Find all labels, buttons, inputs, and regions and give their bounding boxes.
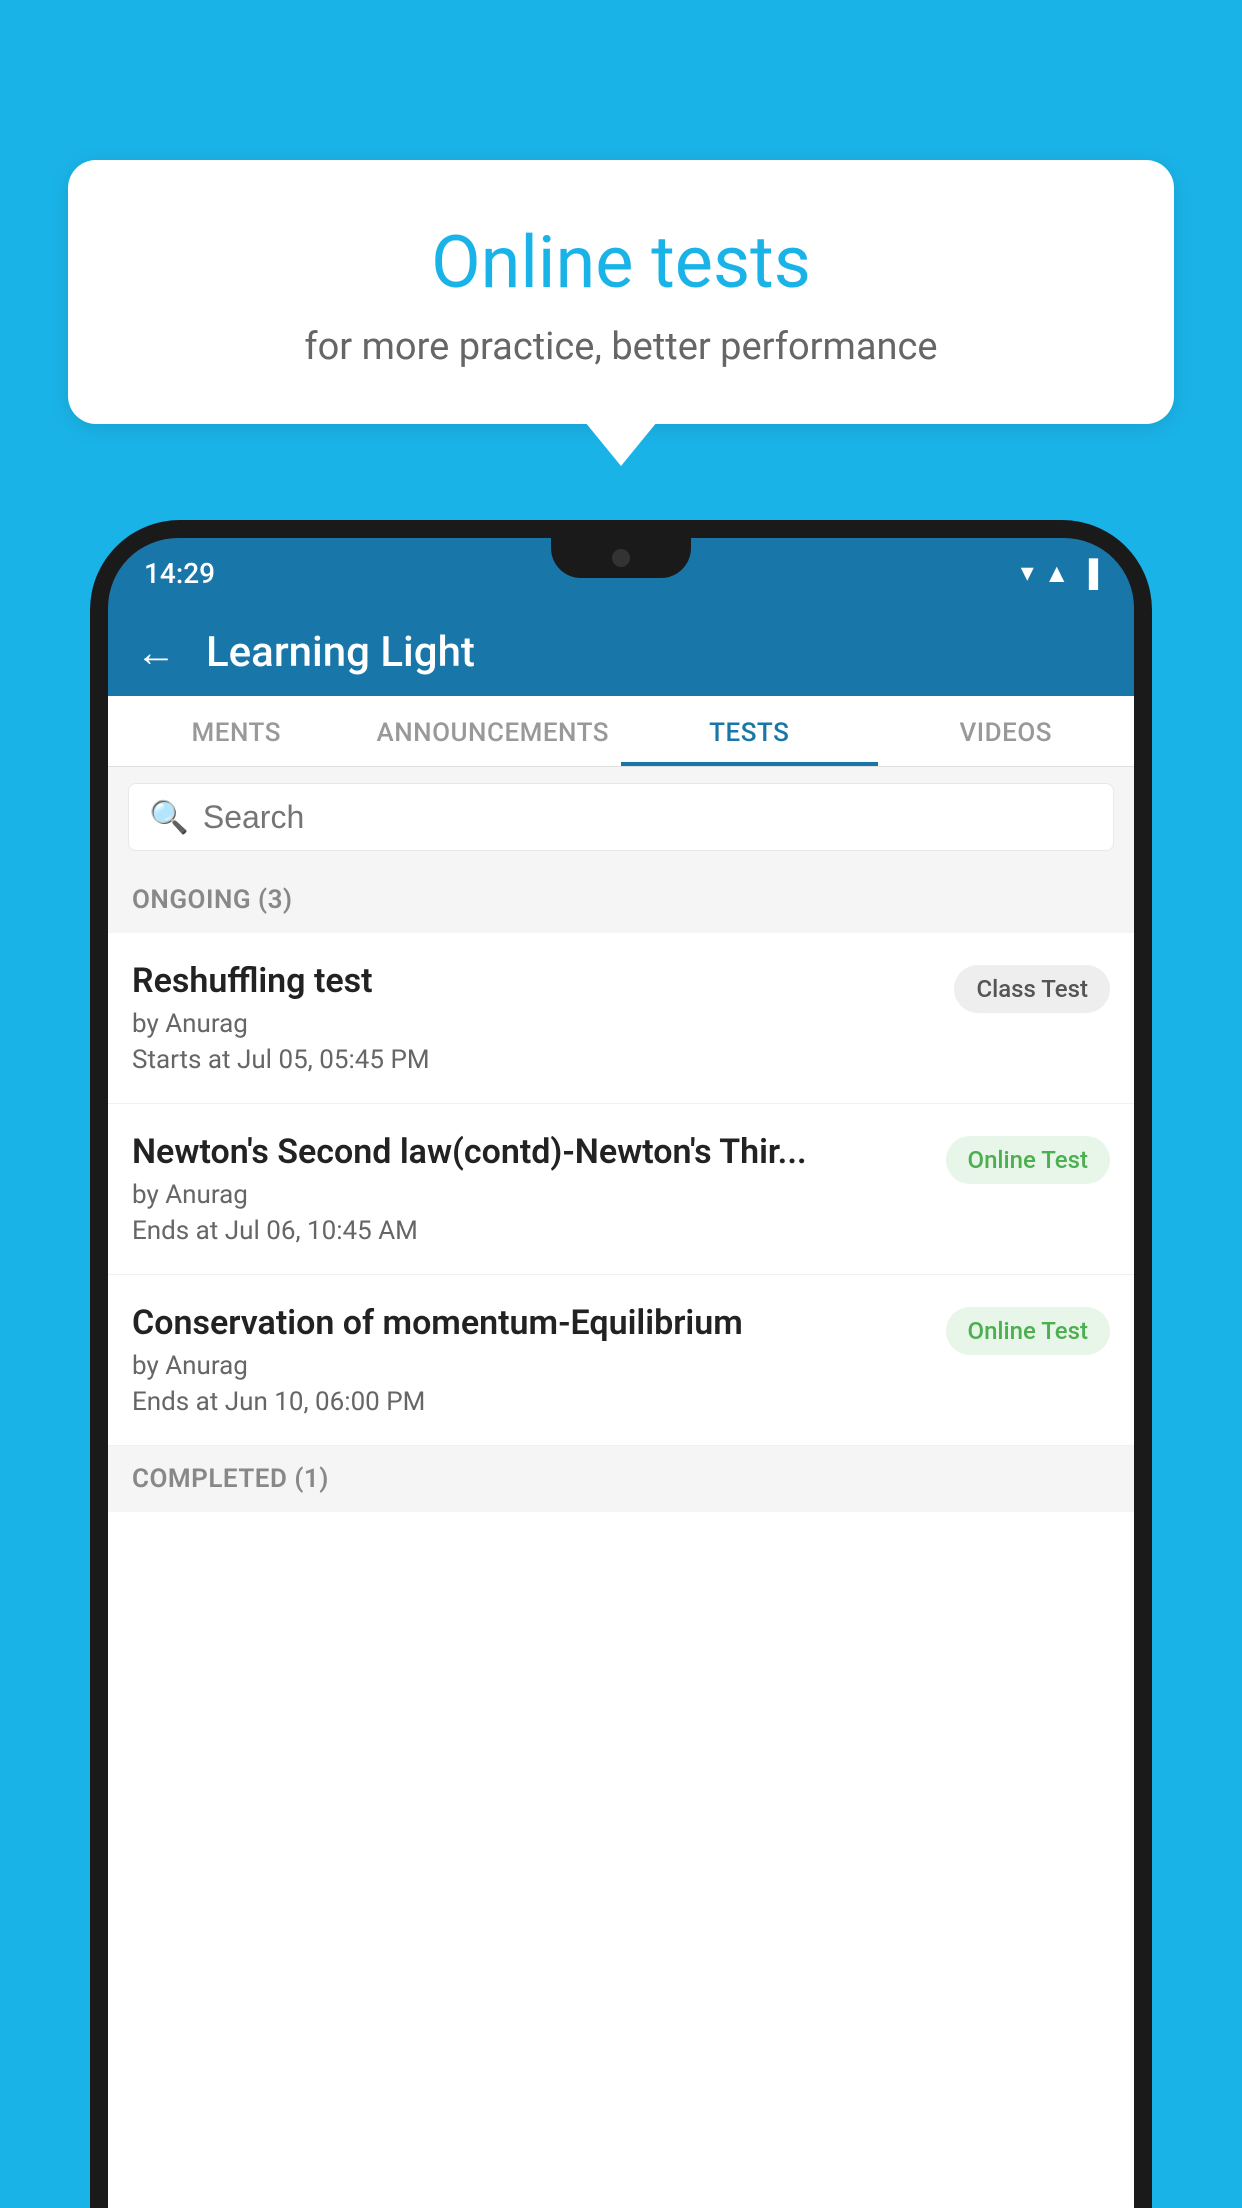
phone-notch	[551, 538, 691, 578]
test-author-3: by Anurag	[132, 1351, 930, 1381]
speech-bubble-subtitle: for more practice, better performance	[118, 325, 1124, 369]
tab-bar: MENTS ANNOUNCEMENTS TESTS VIDEOS	[108, 696, 1134, 767]
search-icon: 🔍	[149, 798, 189, 836]
test-date-2: Ends at Jul 06, 10:45 AM	[132, 1216, 930, 1246]
status-icons: ▾ ▲ ▐	[1021, 558, 1098, 589]
ongoing-header: ONGOING (3)	[108, 867, 1134, 933]
completed-header: COMPLETED (1)	[108, 1446, 1134, 1512]
test-date-3: Ends at Jun 10, 06:00 PM	[132, 1387, 930, 1417]
test-item-3[interactable]: Conservation of momentum-Equilibrium by …	[108, 1275, 1134, 1446]
status-bar: 14:29 ▾ ▲ ▐	[108, 538, 1134, 608]
test-title-2: Newton's Second law(contd)-Newton's Thir…	[132, 1132, 930, 1172]
app-bar: ← Learning Light	[108, 608, 1134, 696]
phone-frame: 14:29 ▾ ▲ ▐ ← Learning Light MENTS ANNOU…	[90, 520, 1152, 2208]
test-title-1: Reshuffling test	[132, 961, 938, 1001]
test-title-3: Conservation of momentum-Equilibrium	[132, 1303, 930, 1343]
search-wrapper[interactable]: 🔍	[128, 783, 1114, 851]
battery-icon: ▐	[1080, 558, 1098, 589]
test-item-1[interactable]: Reshuffling test by Anurag Starts at Jul…	[108, 933, 1134, 1104]
test-list: Reshuffling test by Anurag Starts at Jul…	[108, 933, 1134, 2208]
tab-tests[interactable]: TESTS	[621, 696, 878, 766]
test-info-2: Newton's Second law(contd)-Newton's Thir…	[132, 1132, 930, 1246]
test-info-1: Reshuffling test by Anurag Starts at Jul…	[132, 961, 938, 1075]
test-date-1: Starts at Jul 05, 05:45 PM	[132, 1045, 938, 1075]
tab-ments[interactable]: MENTS	[108, 696, 365, 766]
test-item-2[interactable]: Newton's Second law(contd)-Newton's Thir…	[108, 1104, 1134, 1275]
tab-announcements[interactable]: ANNOUNCEMENTS	[365, 696, 622, 766]
test-badge-2: Online Test	[946, 1136, 1110, 1184]
test-author-1: by Anurag	[132, 1009, 938, 1039]
test-author-2: by Anurag	[132, 1180, 930, 1210]
app-bar-title: Learning Light	[206, 628, 475, 677]
search-input[interactable]	[203, 799, 1093, 836]
speech-bubble-title: Online tests	[118, 220, 1124, 305]
speech-bubble: Online tests for more practice, better p…	[68, 160, 1174, 424]
camera	[612, 549, 630, 567]
phone-screen: ← Learning Light MENTS ANNOUNCEMENTS TES…	[108, 608, 1134, 2208]
test-badge-1: Class Test	[954, 965, 1110, 1013]
test-info-3: Conservation of momentum-Equilibrium by …	[132, 1303, 930, 1417]
search-container: 🔍	[108, 767, 1134, 867]
signal-icon: ▲	[1044, 558, 1070, 589]
wifi-icon: ▾	[1021, 558, 1034, 588]
time-display: 14:29	[144, 557, 215, 590]
test-badge-3: Online Test	[946, 1307, 1110, 1355]
tab-videos[interactable]: VIDEOS	[878, 696, 1135, 766]
back-button[interactable]: ←	[136, 629, 176, 676]
